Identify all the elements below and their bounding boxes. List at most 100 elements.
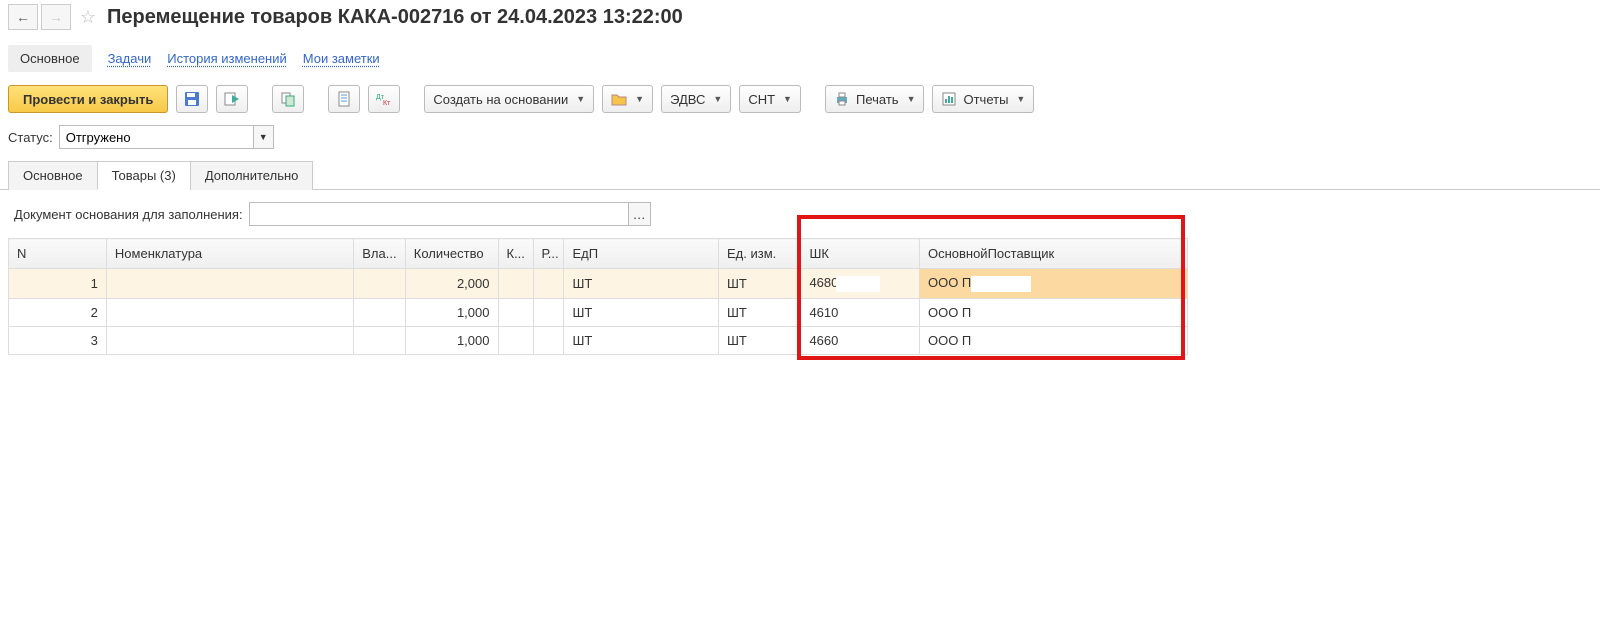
basis-input[interactable] <box>249 202 629 226</box>
caret-icon: ▼ <box>1016 94 1025 104</box>
cell-supplier: ООО П <box>919 269 1187 299</box>
toolbar: Провести и закрыть ДтКт Создать на основ… <box>0 81 1600 123</box>
post-button[interactable] <box>216 85 248 113</box>
tab-tasks[interactable]: Задачи <box>108 51 152 66</box>
folder-dropdown-button[interactable]: ▼ <box>602 85 653 113</box>
cell-k <box>498 326 533 354</box>
cell-r <box>533 326 564 354</box>
col-supplier[interactable]: ОсновнойПоставщик <box>919 239 1187 269</box>
cell-unit: ШТ <box>719 298 801 326</box>
table-header-row: N Номенклатура Вла... Количество К... Р.… <box>9 239 1188 269</box>
basis-row: Документ основания для заполнения: … <box>0 190 1600 238</box>
save-button[interactable] <box>176 85 208 113</box>
debit-credit-icon: ДтКт <box>376 91 392 107</box>
col-quantity[interactable]: Количество <box>405 239 498 269</box>
caret-icon: ▼ <box>576 94 585 104</box>
cell-owner <box>354 269 406 299</box>
forward-button[interactable]: → <box>41 4 71 30</box>
printer-icon <box>834 91 850 107</box>
table-row[interactable]: 3 1,000 ШТ ШТ 4660 ООО П <box>9 326 1188 354</box>
print-label: Печать <box>856 92 899 107</box>
cell-n: 2 <box>9 298 107 326</box>
folder-icon <box>611 91 627 107</box>
cell-n: 3 <box>9 326 107 354</box>
cell-owner <box>354 298 406 326</box>
cell-r <box>533 269 564 299</box>
col-n[interactable]: N <box>9 239 107 269</box>
col-barcode[interactable]: ШК <box>801 239 920 269</box>
cell-edp: ШТ <box>564 326 719 354</box>
svg-text:Кт: Кт <box>383 100 391 107</box>
subtab-extra[interactable]: Дополнительно <box>190 161 314 190</box>
cell-k <box>498 298 533 326</box>
subtab-main[interactable]: Основное <box>8 161 98 190</box>
col-nomenclature[interactable]: Номенклатура <box>106 239 353 269</box>
caret-icon: ▼ <box>713 94 722 104</box>
document-icon <box>336 91 352 107</box>
section-tabs: Основное Задачи История изменений Мои за… <box>0 35 1600 81</box>
cell-unit: ШТ <box>719 326 801 354</box>
document-button-1[interactable] <box>328 85 360 113</box>
document-button-2[interactable]: ДтКт <box>368 85 400 113</box>
caret-icon: ▼ <box>783 94 792 104</box>
post-icon <box>224 91 240 107</box>
snt-label: СНТ <box>748 92 775 107</box>
status-combo[interactable]: ▼ <box>59 125 274 149</box>
status-label: Статус: <box>8 130 53 145</box>
cell-barcode: 4680 <box>801 269 920 299</box>
report-icon <box>941 91 957 107</box>
cell-r <box>533 298 564 326</box>
tab-main[interactable]: Основное <box>8 45 92 72</box>
page-title: Перемещение товаров КАКА-002716 от 24.04… <box>107 6 683 29</box>
caret-icon: ▼ <box>907 94 916 104</box>
col-r[interactable]: Р... <box>533 239 564 269</box>
cell-supplier: ООО П <box>919 326 1187 354</box>
create-based-button[interactable]: Создать на основании ▼ <box>424 85 594 113</box>
table-row[interactable]: 2 1,000 ШТ ШТ 4610 ООО П <box>9 298 1188 326</box>
cell-barcode: 4610 <box>801 298 920 326</box>
edvs-label: ЭДВС <box>670 92 705 107</box>
status-caret[interactable]: ▼ <box>254 125 274 149</box>
floppy-icon <box>184 91 200 107</box>
tab-notes[interactable]: Мои заметки <box>303 51 380 66</box>
cell-nomenclature <box>106 326 353 354</box>
title-bar: ← → ☆ Перемещение товаров КАКА-002716 от… <box>0 0 1600 35</box>
cell-barcode: 4660 <box>801 326 920 354</box>
snt-button[interactable]: СНТ ▼ <box>739 85 801 113</box>
col-owner[interactable]: Вла... <box>354 239 406 269</box>
subtabs: Основное Товары (3) Дополнительно <box>0 160 1600 190</box>
status-input[interactable] <box>59 125 254 149</box>
col-unit[interactable]: Ед. изм. <box>719 239 801 269</box>
col-k[interactable]: К... <box>498 239 533 269</box>
basis-select-button[interactable]: … <box>629 202 651 226</box>
status-row: Статус: ▼ <box>0 123 1600 160</box>
cell-owner <box>354 326 406 354</box>
cell-edp: ШТ <box>564 298 719 326</box>
cell-unit: ШТ <box>719 269 801 299</box>
print-button[interactable]: Печать ▼ <box>825 85 925 113</box>
cell-edp: ШТ <box>564 269 719 299</box>
favorite-star-icon[interactable]: ☆ <box>77 6 99 28</box>
cell-k <box>498 269 533 299</box>
edvs-button[interactable]: ЭДВС ▼ <box>661 85 731 113</box>
caret-icon: ▼ <box>635 94 644 104</box>
copy-button[interactable] <box>272 85 304 113</box>
subtab-goods[interactable]: Товары (3) <box>97 161 191 190</box>
reports-button[interactable]: Отчеты ▼ <box>932 85 1034 113</box>
create-based-label: Создать на основании <box>433 92 568 107</box>
cell-nomenclature <box>106 269 353 299</box>
goods-table: N Номенклатура Вла... Количество К... Р.… <box>8 238 1188 355</box>
cell-quantity: 2,000 <box>405 269 498 299</box>
back-button[interactable]: ← <box>8 4 38 30</box>
cell-nomenclature <box>106 298 353 326</box>
reports-label: Отчеты <box>963 92 1008 107</box>
cell-n: 1 <box>9 269 107 299</box>
cell-quantity: 1,000 <box>405 298 498 326</box>
basis-label: Документ основания для заполнения: <box>14 207 243 222</box>
col-edp[interactable]: ЕдП <box>564 239 719 269</box>
copy-icon <box>280 91 296 107</box>
post-and-close-button[interactable]: Провести и закрыть <box>8 85 168 113</box>
table-row[interactable]: 1 2,000 ШТ ШТ 4680 ООО П <box>9 269 1188 299</box>
tab-history[interactable]: История изменений <box>167 51 287 66</box>
cell-quantity: 1,000 <box>405 326 498 354</box>
